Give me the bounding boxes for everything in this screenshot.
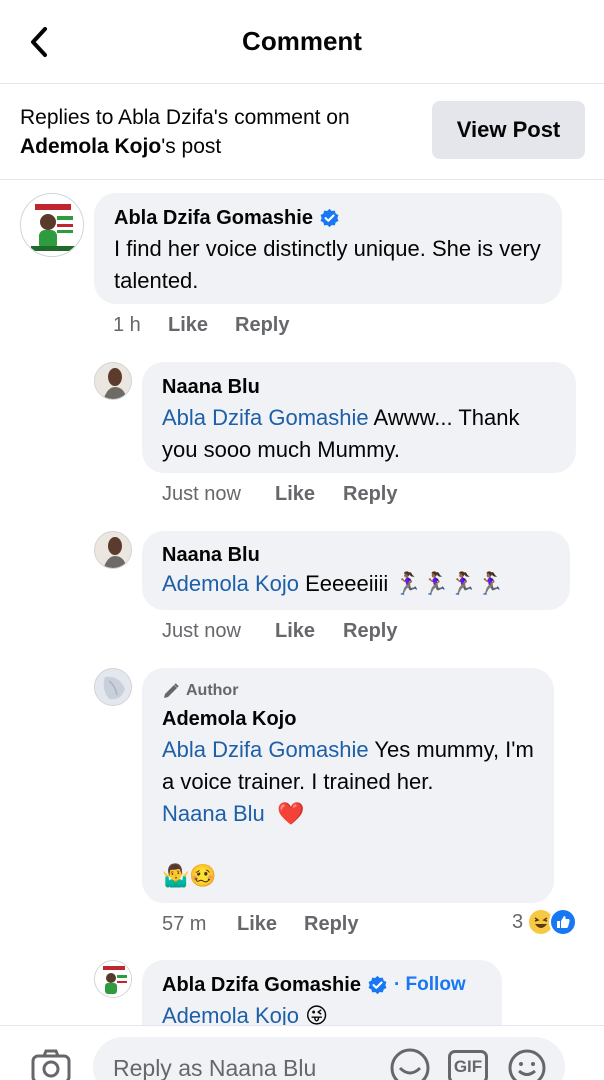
profile-photo-icon [95, 961, 131, 997]
sticker-icon[interactable] [388, 1048, 432, 1080]
profile-photo-icon [95, 363, 131, 399]
comment-author[interactable]: Abla Dzifa Gomashie [114, 205, 544, 231]
author-name[interactable]: Naana Blu [162, 374, 260, 400]
like-button[interactable]: Like [168, 314, 235, 337]
context-prefix: Replies to Abla Dzifa's comment on [20, 106, 350, 129]
top-bar: Comment [0, 0, 604, 84]
author-badge: Author [162, 680, 536, 702]
comment-author[interactable]: Abla Dzifa Gomashie · Follow [162, 972, 484, 998]
author-label: Author [186, 682, 239, 699]
like-button[interactable]: Like [237, 913, 304, 936]
reply-button[interactable]: Reply [304, 913, 358, 936]
verified-badge-icon [368, 975, 387, 994]
comment-bubble: Naana Blu Ademola Kojo Eeeeeiiii 🏃🏾‍♀️🏃🏾… [142, 531, 570, 610]
reply-composer: Reply as Naana Blu GIF [0, 1025, 604, 1080]
comment-text: I find her voice distinctly unique. She … [114, 236, 541, 293]
emoji-icon[interactable] [507, 1048, 547, 1080]
comment-actions: 1 h Like Reply [113, 314, 289, 337]
like-button[interactable]: Like [275, 483, 343, 506]
comment-time[interactable]: 1 h [113, 314, 168, 337]
reply-button[interactable]: Reply [343, 483, 397, 506]
profile-photo-icon [21, 194, 83, 256]
comment-actions: Just now Like Reply [162, 483, 397, 506]
post-suffix: 's post [161, 135, 222, 158]
comment-author[interactable]: Naana Blu [162, 542, 552, 568]
author-name[interactable]: Abla Dzifa Gomashie [114, 205, 313, 231]
reply-button[interactable]: Reply [343, 620, 397, 643]
profile-photo-icon [95, 669, 131, 705]
like-button[interactable]: Like [275, 620, 343, 643]
mention-link[interactable]: Naana Blu [162, 801, 265, 826]
reaction-summary[interactable]: 3 [512, 908, 578, 936]
comment-body: Eeeeeiiii 🏃🏾‍♀️🏃🏾‍♀️🏃🏾‍♀️🏃🏾‍♀️ [298, 571, 504, 596]
mention-link[interactable]: Abla Dzifa Gomashie [162, 737, 369, 762]
avatar[interactable] [94, 960, 132, 998]
avatar[interactable] [20, 193, 84, 257]
heart-emoji: ❤️ [276, 801, 305, 826]
comment-author[interactable]: Ademola Kojo [162, 706, 536, 732]
reply-placeholder: Reply as Naana Blu [113, 1055, 317, 1080]
profile-photo-icon [95, 532, 131, 568]
comment-time[interactable]: 57 m [162, 913, 237, 936]
avatar[interactable] [94, 362, 132, 400]
comment-time[interactable]: Just now [162, 620, 275, 643]
comment-time[interactable]: Just now [162, 483, 275, 506]
avatar[interactable] [94, 531, 132, 569]
follow-link[interactable]: · Follow [394, 972, 466, 998]
author-name[interactable]: Naana Blu [162, 542, 260, 568]
comment-bubble: Naana Blu Abla Dzifa Gomashie Awww... Th… [142, 362, 576, 473]
gif-label: GIF [453, 1057, 483, 1076]
mention-link[interactable]: Ademola Kojo [162, 571, 299, 596]
comment-author[interactable]: Naana Blu [162, 374, 558, 400]
view-post-button[interactable]: View Post [432, 101, 585, 159]
comment-bubble: Abla Dzifa Gomashie I find her voice dis… [94, 193, 562, 304]
avatar[interactable] [94, 668, 132, 706]
comment-text: Abla Dzifa Gomashie Awww... Thank you so… [162, 402, 558, 466]
reply-button[interactable]: Reply [235, 314, 289, 337]
pencil-icon [164, 683, 179, 698]
like-reaction-icon [549, 908, 578, 936]
mention-link[interactable]: Abla Dzifa Gomashie [162, 405, 369, 430]
comment-bubble: Author Ademola Kojo Abla Dzifa Gomashie … [142, 668, 554, 903]
author-name[interactable]: Abla Dzifa Gomashie [162, 972, 361, 998]
comment-actions: Just now Like Reply [162, 620, 397, 643]
gif-button[interactable]: GIF [448, 1050, 488, 1080]
reply-input[interactable]: Reply as Naana Blu [93, 1037, 565, 1080]
page-title: Comment [242, 26, 362, 56]
comment-text: Ademola Kojo Eeeeeiiii 🏃🏾‍♀️🏃🏾‍♀️🏃🏾‍♀️🏃🏾… [162, 568, 552, 600]
emoji-line: 🤷‍♂️🥴 [162, 863, 217, 888]
author-name[interactable]: Ademola Kojo [162, 706, 296, 732]
comment-text: Abla Dzifa Gomashie Yes mummy, I'm a voi… [162, 734, 536, 830]
camera-icon[interactable] [30, 1048, 72, 1080]
context-description: Replies to Abla Dzifa's comment on Ademo… [20, 103, 410, 161]
comment-actions: 57 m Like Reply [162, 913, 358, 936]
verified-badge-icon [320, 208, 339, 227]
reaction-count: 3 [512, 910, 524, 933]
post-owner-link[interactable]: Ademola Kojo [20, 135, 161, 158]
